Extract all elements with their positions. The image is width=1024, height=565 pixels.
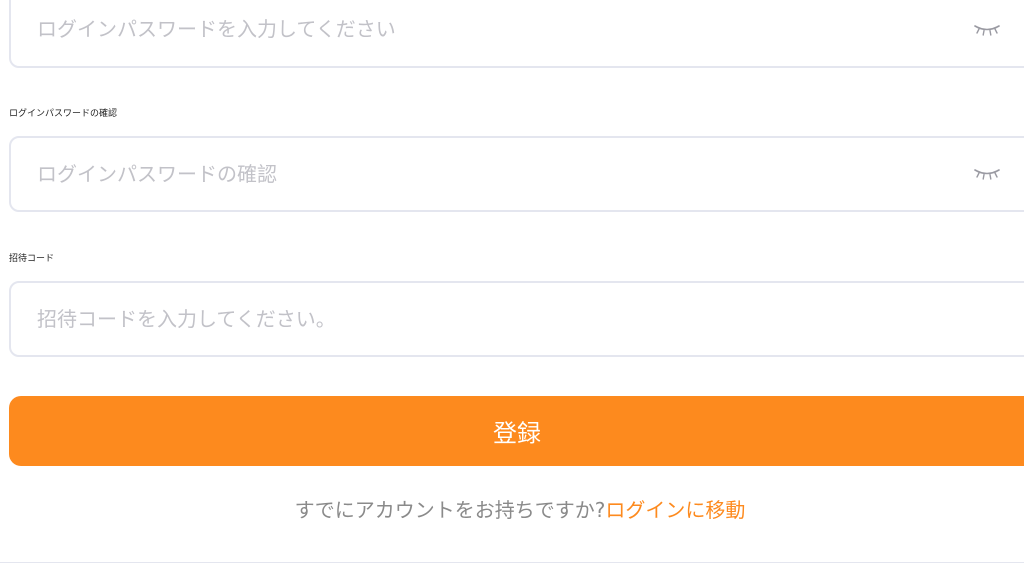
register-button[interactable]: 登録 (9, 396, 1024, 466)
invite-code-label: 招待コード (9, 254, 55, 264)
register-button-label: 登録 (493, 419, 541, 448)
login-link[interactable]: ログインに移動 (605, 498, 745, 522)
invite-code-field[interactable] (9, 281, 1024, 357)
confirm-password-input[interactable] (37, 138, 937, 210)
password-input[interactable] (37, 0, 937, 66)
login-prompt: すでにアカウントをお持ちですか?ログインに移動 (0, 494, 1024, 523)
invite-code-input[interactable] (37, 283, 937, 355)
password-field[interactable] (9, 0, 1024, 68)
bottom-divider (0, 562, 1024, 563)
confirm-password-label: ログインパスワードの確認 (9, 109, 118, 119)
registration-form: ログインパスワードの確認 招待コード 登録 すでにアカウントをお持ちですか?ログ… (0, 0, 1024, 565)
login-prompt-text: すでにアカウントをお持ちですか? (294, 498, 606, 522)
closed-eye-icon[interactable] (974, 167, 1000, 181)
confirm-password-field[interactable] (9, 136, 1024, 212)
closed-eye-icon[interactable] (974, 23, 1000, 37)
